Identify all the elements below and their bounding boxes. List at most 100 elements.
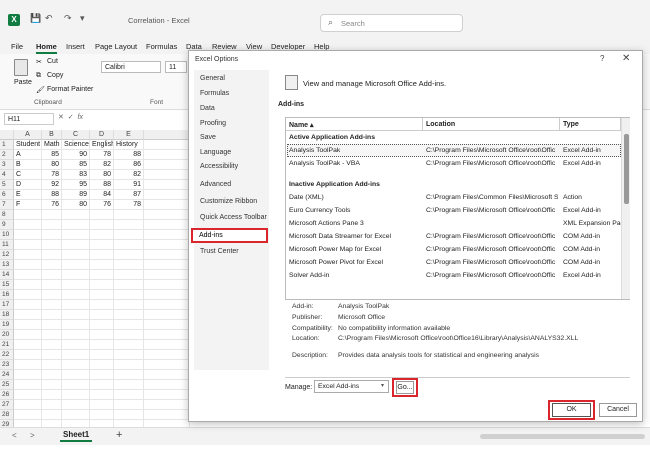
cell[interactable] <box>42 260 62 270</box>
cell[interactable] <box>114 400 144 410</box>
cell[interactable] <box>14 400 42 410</box>
cell[interactable] <box>14 210 42 220</box>
cell[interactable] <box>90 330 114 340</box>
row-header[interactable]: 4 <box>0 170 14 180</box>
cell[interactable] <box>42 310 62 320</box>
cell[interactable] <box>144 140 190 150</box>
formula-bar[interactable]: ✕ ✓ fx <box>58 113 188 125</box>
cell[interactable]: 80 <box>42 160 62 170</box>
cell[interactable]: C <box>14 170 42 180</box>
menu-insert[interactable]: Insert <box>66 42 85 51</box>
spreadsheet-grid[interactable]: A B C D E 1 Student Math Science English History 2 A… <box>0 130 190 430</box>
cell[interactable] <box>42 270 62 280</box>
prev-sheet-icon[interactable]: < <box>12 431 17 440</box>
addin-name[interactable]: Microsoft Data Streamer for Excel <box>289 233 421 240</box>
row-header[interactable]: 17 <box>0 300 14 310</box>
addin-name[interactable]: Euro Currency Tools <box>289 207 421 214</box>
cell[interactable] <box>62 250 90 260</box>
cell[interactable] <box>62 220 90 230</box>
cell[interactable]: B <box>14 160 42 170</box>
save-icon[interactable]: 💾 <box>30 13 41 24</box>
row-header[interactable]: 3 <box>0 160 14 170</box>
cell[interactable] <box>14 280 42 290</box>
font-name-select[interactable]: Calibri <box>101 61 161 73</box>
row-header[interactable]: 27 <box>0 400 14 410</box>
search-input[interactable]: ⌕ Search <box>320 14 463 32</box>
cell[interactable] <box>14 350 42 360</box>
cell[interactable] <box>42 230 62 240</box>
cell[interactable] <box>114 320 144 330</box>
cell[interactable] <box>144 220 190 230</box>
cell[interactable]: A <box>14 150 42 160</box>
row-header[interactable]: 9 <box>0 220 14 230</box>
cell[interactable] <box>14 290 42 300</box>
cell[interactable] <box>90 400 114 410</box>
cell[interactable] <box>14 270 42 280</box>
row-header[interactable]: 28 <box>0 410 14 420</box>
cell[interactable] <box>144 260 190 270</box>
nav-item-accessibility[interactable]: Accessibility <box>200 163 238 170</box>
cell[interactable]: English <box>90 140 114 150</box>
cell[interactable] <box>42 390 62 400</box>
scrollbar-thumb[interactable] <box>624 134 629 204</box>
cell[interactable] <box>42 380 62 390</box>
cell[interactable]: Student <box>14 140 42 150</box>
go-button[interactable]: Go... <box>396 381 414 394</box>
cell[interactable] <box>42 300 62 310</box>
cell[interactable] <box>144 280 190 290</box>
cell[interactable] <box>114 410 144 420</box>
cell[interactable] <box>62 390 90 400</box>
cell[interactable] <box>114 300 144 310</box>
cell[interactable] <box>90 210 114 220</box>
cell[interactable]: F <box>14 200 42 210</box>
cell[interactable] <box>42 410 62 420</box>
cell[interactable] <box>144 230 190 240</box>
cell[interactable]: 88 <box>90 180 114 190</box>
row-header[interactable]: 13 <box>0 260 14 270</box>
cell[interactable] <box>144 350 190 360</box>
cell[interactable]: 83 <box>62 170 90 180</box>
cell[interactable] <box>42 340 62 350</box>
cell[interactable] <box>42 350 62 360</box>
menu-home[interactable]: Home <box>36 42 57 54</box>
addin-location[interactable]: C:\Program Files\Microsoft Office\root\O… <box>426 160 558 167</box>
cell[interactable] <box>42 400 62 410</box>
addin-location[interactable]: C:\Program Files\Microsoft Office\root\O… <box>426 246 558 253</box>
cell[interactable] <box>114 230 144 240</box>
cell[interactable] <box>90 340 114 350</box>
cell[interactable] <box>114 390 144 400</box>
cell[interactable] <box>14 330 42 340</box>
cell[interactable] <box>62 320 90 330</box>
cell[interactable] <box>114 290 144 300</box>
cell[interactable]: History <box>114 140 144 150</box>
cell[interactable]: 80 <box>62 200 90 210</box>
addin-type[interactable]: COM Add-in <box>563 259 621 266</box>
cell[interactable]: 95 <box>62 180 90 190</box>
row-header[interactable]: 2 <box>0 150 14 160</box>
cell[interactable] <box>62 290 90 300</box>
ok-button[interactable]: OK <box>552 403 591 417</box>
cell[interactable] <box>114 270 144 280</box>
cell[interactable] <box>90 260 114 270</box>
cell[interactable]: 78 <box>114 200 144 210</box>
cell[interactable] <box>144 290 190 300</box>
cell[interactable] <box>114 310 144 320</box>
cell[interactable] <box>114 250 144 260</box>
cell[interactable]: D <box>14 180 42 190</box>
nav-item-save[interactable]: Save <box>200 134 216 141</box>
add-sheet-icon[interactable]: + <box>116 429 122 441</box>
cell[interactable] <box>62 330 90 340</box>
cell[interactable] <box>42 330 62 340</box>
row-header[interactable]: 26 <box>0 390 14 400</box>
sheet-tab[interactable]: Sheet1 <box>60 430 93 442</box>
cell[interactable] <box>144 390 190 400</box>
cell[interactable]: 88 <box>42 190 62 200</box>
nav-item-quick-access-toolbar[interactable]: Quick Access Toolbar <box>200 214 267 221</box>
cut-icon[interactable]: ✂ <box>36 58 42 66</box>
cell[interactable] <box>90 370 114 380</box>
cancel-button[interactable]: Cancel <box>599 403 637 417</box>
chevron-down-icon[interactable]: ▾ <box>381 382 384 389</box>
cell[interactable] <box>90 350 114 360</box>
cell[interactable]: 76 <box>90 200 114 210</box>
cell[interactable] <box>42 320 62 330</box>
